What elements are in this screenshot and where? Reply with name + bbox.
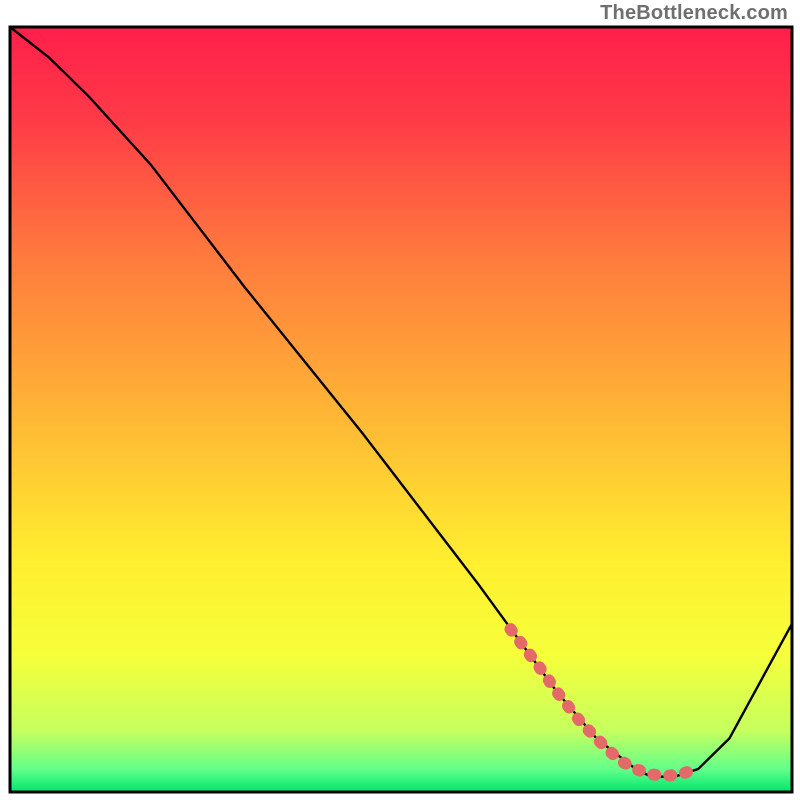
plot-background	[10, 27, 792, 792]
chart-container: TheBottleneck.com	[0, 0, 800, 800]
bottleneck-chart	[0, 0, 800, 800]
